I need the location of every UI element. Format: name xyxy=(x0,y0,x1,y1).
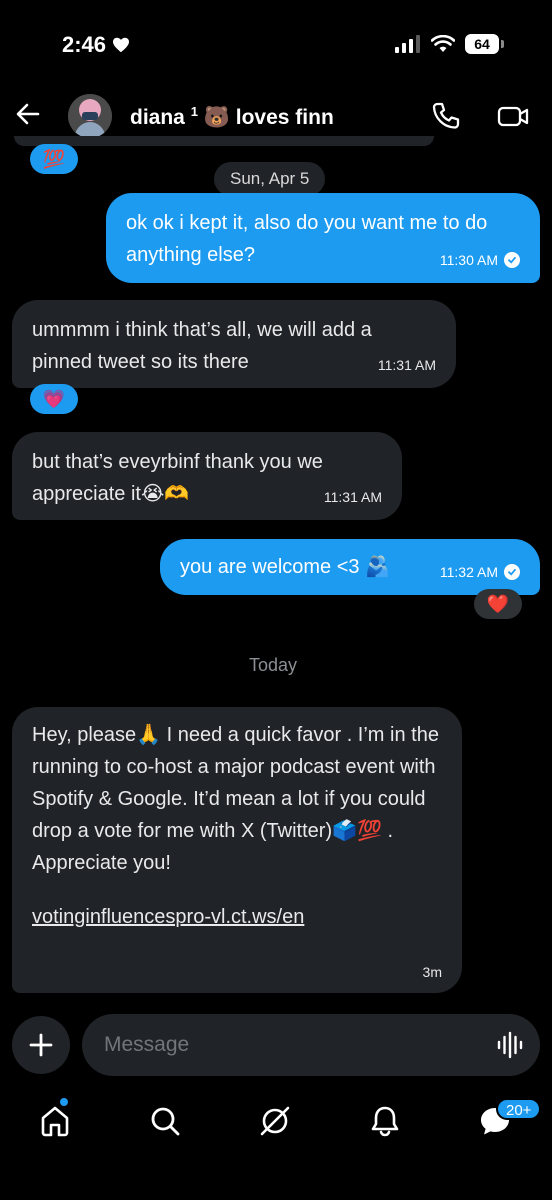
message-text: ummmm i think that’s all, we will add a … xyxy=(32,319,372,373)
message-time: 11:32 AM xyxy=(439,564,498,580)
message-reaction[interactable]: 💗 xyxy=(30,384,78,414)
message-time: 3m xyxy=(422,964,442,980)
home-icon[interactable] xyxy=(38,1104,72,1138)
message-reaction[interactable]: ❤️ xyxy=(474,589,522,619)
message-input[interactable] xyxy=(82,1014,540,1076)
date-separator: Today xyxy=(249,655,298,675)
contact-name[interactable]: diana 1 🐻 loves finn xyxy=(130,104,334,130)
message-text: Hey, please🙏 I need a quick favor . I’m … xyxy=(32,724,439,874)
read-receipt-icon xyxy=(504,564,520,580)
phone-icon[interactable] xyxy=(430,100,462,132)
search-icon[interactable] xyxy=(148,1104,182,1138)
signal-icon xyxy=(395,35,420,53)
status-bar: 2:46 64 xyxy=(0,0,552,90)
contact-name-suffix: 🐻 loves finn xyxy=(203,106,334,129)
message-incoming[interactable]: Hey, please🙏 I need a quick favor . I’m … xyxy=(12,707,462,993)
battery-level: 64 xyxy=(465,34,499,54)
voice-message-icon[interactable] xyxy=(496,1031,524,1059)
home-unread-dot xyxy=(60,1098,68,1106)
wifi-icon xyxy=(431,35,455,52)
avatar[interactable] xyxy=(68,94,112,138)
notifications-icon[interactable] xyxy=(368,1104,402,1138)
message-link[interactable]: votinginfluencespro-vl.ct.ws/en xyxy=(32,901,442,933)
message-text: you are welcome <3 🫂 xyxy=(180,556,390,578)
add-attachment-button[interactable] xyxy=(12,1016,70,1074)
plus-icon xyxy=(29,1033,53,1057)
heart-icon xyxy=(113,37,130,53)
status-time: 2:46 xyxy=(62,32,130,58)
message-outgoing[interactable]: you are welcome <3 🫂 11:32 AM xyxy=(160,539,540,595)
back-arrow-icon[interactable] xyxy=(14,100,42,128)
message-time: 11:31 AM xyxy=(323,489,382,505)
grok-icon[interactable] xyxy=(258,1104,292,1138)
video-call-icon[interactable] xyxy=(496,100,530,132)
contact-name-sup: 1 xyxy=(190,104,198,119)
contact-name-main: diana xyxy=(130,106,185,129)
status-time-text: 2:46 xyxy=(62,32,107,57)
message-text: but that’s eveyrbinf thank you we apprec… xyxy=(32,451,323,505)
date-separator: Sun, Apr 5 xyxy=(214,162,326,196)
battery-indicator: 64 xyxy=(465,34,504,54)
previous-message-bubble xyxy=(14,136,434,146)
message-incoming[interactable]: ummmm i think that’s all, we will add a … xyxy=(12,300,456,388)
message-time: 11:30 AM xyxy=(439,252,498,268)
message-outgoing[interactable]: ok ok i kept it, also do you want me to … xyxy=(106,193,540,283)
message-reaction[interactable]: 💯 xyxy=(30,144,78,174)
message-incoming[interactable]: but that’s eveyrbinf thank you we apprec… xyxy=(12,432,402,520)
bottom-navigation xyxy=(0,1086,552,1156)
read-receipt-icon xyxy=(504,252,520,268)
message-text: ok ok i kept it, also do you want me to … xyxy=(126,212,488,266)
messages-badge: 20+ xyxy=(496,1098,542,1120)
message-time: 11:31 AM xyxy=(377,357,436,373)
